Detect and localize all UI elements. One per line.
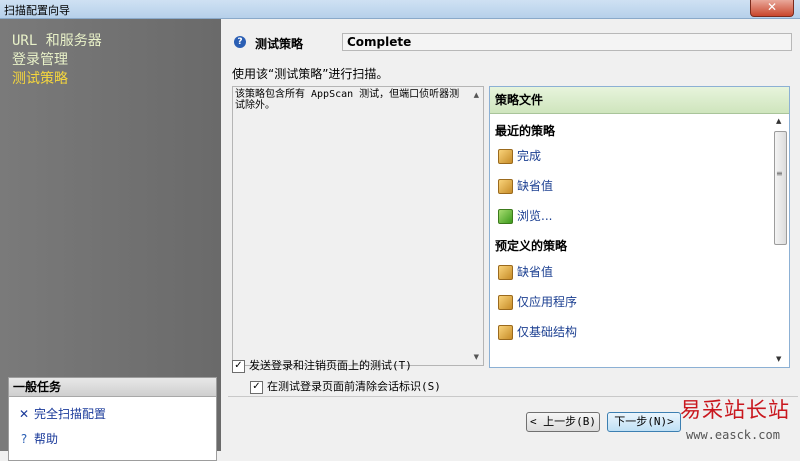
recent-policy-default[interactable]: 缺省值 [498,177,553,194]
browse-folder-icon [498,209,513,224]
close-button[interactable]: ✕ [750,0,794,17]
recent-policy-complete[interactable]: 完成 [498,147,541,164]
full-scan-config-label: 完全扫描配置 [34,407,107,421]
close-icon: ✕ [766,0,778,14]
scroll-up-icon[interactable]: ▲ [776,117,781,125]
policy-file-icon [498,179,513,194]
watermark-text: 易采站长站 [680,398,790,422]
sidebar-item-url-server[interactable]: URL 和服务器 [12,30,102,50]
predefined-policy-app-only[interactable]: 仅应用程序 [498,293,577,310]
policy-file-icon [498,325,513,340]
predefined-policy-default[interactable]: 缺省值 [498,263,553,280]
checkbox-label: 发送登录和注销页面上的测试(T) [249,359,412,372]
grip-icon: ≡ [776,169,783,178]
policy-files-panel: 策略文件 最近的策略 完成 缺省值 浏览... 预定义的策略 缺省值 仅应用程序… [489,86,790,368]
general-tasks-panel: 一般任务 ✕ 完全扫描配置 ? 帮助 [8,377,217,461]
policy-scrollbar[interactable]: ▲ ≡ ▼ [773,117,787,363]
browse-policy-link[interactable]: 浏览... [498,207,552,224]
instruction-text: 使用该“测试策略”进行扫描。 [232,67,389,81]
test-policy-value: Complete [342,33,792,51]
main-content: ? 测试策略 Complete 使用该“测试策略”进行扫描。 该策略包含所有 A… [222,19,800,451]
watermark-url: www.easck.com [686,428,780,442]
predefined-policy-infra-only[interactable]: 仅基础结构 [498,323,577,340]
help-link[interactable]: ? 帮助 [17,430,58,447]
sidebar-item-test-policy[interactable]: 测试策略 [12,68,68,88]
policy-item-label: 缺省值 [517,179,554,193]
policy-description-box: 该策略包含所有 AppScan 测试，但端口侦听器测试除外。 ▲ ▼ [232,86,484,366]
policy-item-label: 完成 [517,149,542,163]
recent-policies-header: 最近的策略 [495,124,556,138]
title-bar: 扫描配置向导 ✕ [0,0,800,19]
policy-item-label: 浏览... [517,209,553,223]
checkbox-label: 在测试登录页面前清除会话标识(S) [267,380,441,393]
policy-file-icon [498,149,513,164]
help-label: 帮助 [34,432,59,446]
policy-file-icon [498,265,513,280]
clear-session-ids-checkbox[interactable]: ✓ 在测试登录页面前清除会话标识(S) [250,378,441,394]
policy-description: 该策略包含所有 AppScan 测试，但端口侦听器测试除外。 [235,89,460,111]
policy-files-title: 策略文件 [490,87,789,114]
policy-item-label: 缺省值 [517,265,554,279]
question-icon: ? [234,36,246,48]
scrollbar-thumb[interactable] [774,131,787,245]
policy-file-icon [498,295,513,310]
tools-icon: ✕ [18,407,30,421]
sidebar-item-login[interactable]: 登录管理 [12,49,68,69]
policy-item-label: 仅应用程序 [517,295,578,309]
predefined-policies-header: 预定义的策略 [495,239,568,253]
test-policy-label: 测试策略 [255,37,304,51]
checkbox-checked-icon[interactable]: ✓ [232,359,245,373]
help-icon: ? [20,432,28,446]
scroll-up-icon[interactable]: ▲ [474,91,479,99]
window-title: 扫描配置向导 [4,4,70,17]
scroll-down-icon[interactable]: ▼ [776,355,781,363]
general-tasks-title: 一般任务 [9,378,216,397]
scroll-down-icon[interactable]: ▼ [474,353,479,361]
next-button[interactable]: 下一步(N)> [607,412,681,432]
send-login-logout-tests-checkbox[interactable]: ✓ 发送登录和注销页面上的测试(T) [232,357,412,373]
wizard-sidebar: URL 和服务器 登录管理 测试策略 一般任务 ✕ 完全扫描配置 ? 帮助 [0,19,221,461]
site-watermark: 易采站长站 www.easck.com [678,390,798,450]
back-button[interactable]: < 上一步(B) [526,412,600,432]
full-scan-config-link[interactable]: ✕ 完全扫描配置 [17,405,106,422]
checkbox-checked-icon[interactable]: ✓ [250,380,263,394]
policy-item-label: 仅基础结构 [517,325,578,339]
